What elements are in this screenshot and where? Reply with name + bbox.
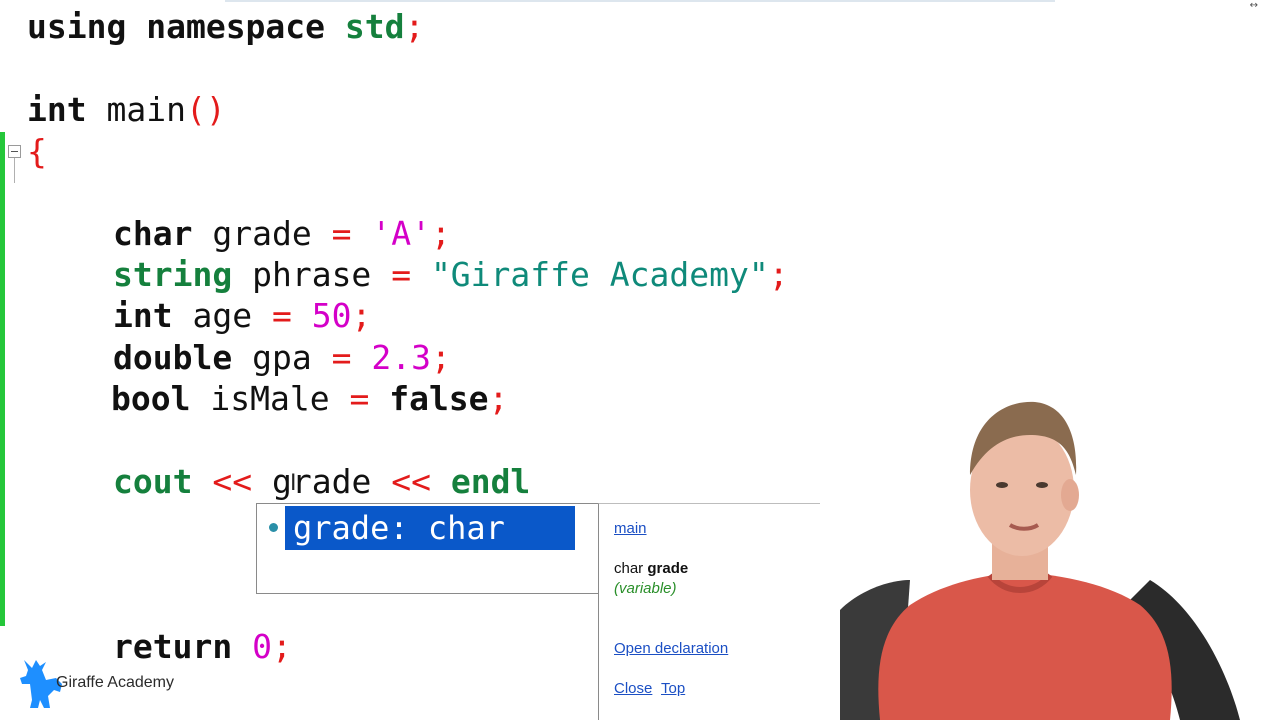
operator: = xyxy=(349,379,370,418)
operator: = xyxy=(331,214,352,253)
identifier: grade xyxy=(212,214,312,253)
keyword: char xyxy=(113,214,193,253)
editor-top-strip xyxy=(225,0,1055,2)
code-line-using[interactable]: using namespace std; xyxy=(27,7,424,47)
keyword: using xyxy=(27,7,127,46)
punctuation: () xyxy=(185,90,226,129)
close-link[interactable]: Close xyxy=(614,680,652,697)
bool-literal: false xyxy=(389,379,489,418)
code-line-int[interactable]: int age = 50; xyxy=(113,296,371,336)
operator: = xyxy=(331,338,352,377)
scope-link[interactable]: main xyxy=(614,520,647,537)
punctuation: ; xyxy=(271,627,292,666)
top-link[interactable]: Top xyxy=(661,680,685,697)
punctuation: ; xyxy=(430,214,451,253)
open-declaration-link[interactable]: Open declaration xyxy=(614,640,728,657)
code-line-bool[interactable]: bool isMale = false; xyxy=(111,379,508,419)
identifier: grade xyxy=(271,462,372,501)
code-line-return[interactable]: return 0; xyxy=(113,627,292,667)
symbol-signature: char grade xyxy=(614,560,688,577)
change-marker-bar xyxy=(0,132,5,626)
keyword: namespace xyxy=(146,7,326,46)
number-literal: 50 xyxy=(311,296,352,335)
identifier: endl xyxy=(450,462,531,501)
code-line-double[interactable]: double gpa = 2.3; xyxy=(113,338,451,378)
identifier: isMale xyxy=(210,379,330,418)
punctuation: ; xyxy=(768,255,789,294)
punctuation: ; xyxy=(404,7,425,46)
autocomplete-item-selected[interactable]: grade: char xyxy=(285,506,575,550)
punctuation: { xyxy=(27,132,47,171)
keyword: int xyxy=(27,90,87,129)
keyword: bool xyxy=(111,379,191,418)
char-literal: 'A' xyxy=(371,214,431,253)
identifier: main xyxy=(106,90,186,129)
identifier: std xyxy=(344,7,405,46)
operator: << xyxy=(212,462,253,501)
code-line-char[interactable]: char grade = 'A'; xyxy=(113,214,451,254)
keyword: int xyxy=(113,296,173,335)
keyword: return xyxy=(113,627,233,666)
autocomplete-popup[interactable]: grade: char xyxy=(256,503,599,594)
number-literal: 0 xyxy=(252,627,272,666)
code-line-main[interactable]: int main() xyxy=(27,90,226,130)
code-line-string[interactable]: string phrase = "Giraffe Academy"; xyxy=(113,255,789,295)
operator: = xyxy=(391,255,412,294)
operator: << xyxy=(391,462,431,501)
symbol-kind: (variable) xyxy=(614,580,677,597)
punctuation: ; xyxy=(488,379,509,418)
keyword: string xyxy=(113,255,233,294)
collapse-minus-icon[interactable] xyxy=(8,145,21,158)
code-line-brace[interactable]: { xyxy=(27,132,47,172)
code-line-cout[interactable]: cout << grade << endl xyxy=(113,462,530,502)
identifier: phrase xyxy=(252,255,372,294)
variable-icon xyxy=(269,523,278,532)
horizontal-resize-icon[interactable]: ↔ xyxy=(1250,0,1258,11)
webcam-overlay xyxy=(820,380,1280,720)
identifier: cout xyxy=(113,462,193,501)
identifier: gpa xyxy=(252,338,312,377)
punctuation: ; xyxy=(430,338,451,377)
punctuation: ; xyxy=(351,296,372,335)
symbol-type: char xyxy=(614,560,644,577)
brand-name: Giraffe Academy xyxy=(56,674,174,691)
fold-guide-line xyxy=(14,158,15,183)
operator: = xyxy=(271,296,292,335)
string-literal: "Giraffe Academy" xyxy=(430,255,769,294)
number-literal: 2.3 xyxy=(371,338,431,377)
identifier: age xyxy=(192,296,253,335)
keyword: double xyxy=(113,338,233,377)
text-ibeam-cursor-icon: I xyxy=(290,471,297,496)
presenter-video xyxy=(820,380,1280,720)
symbol-name: grade xyxy=(647,560,689,577)
